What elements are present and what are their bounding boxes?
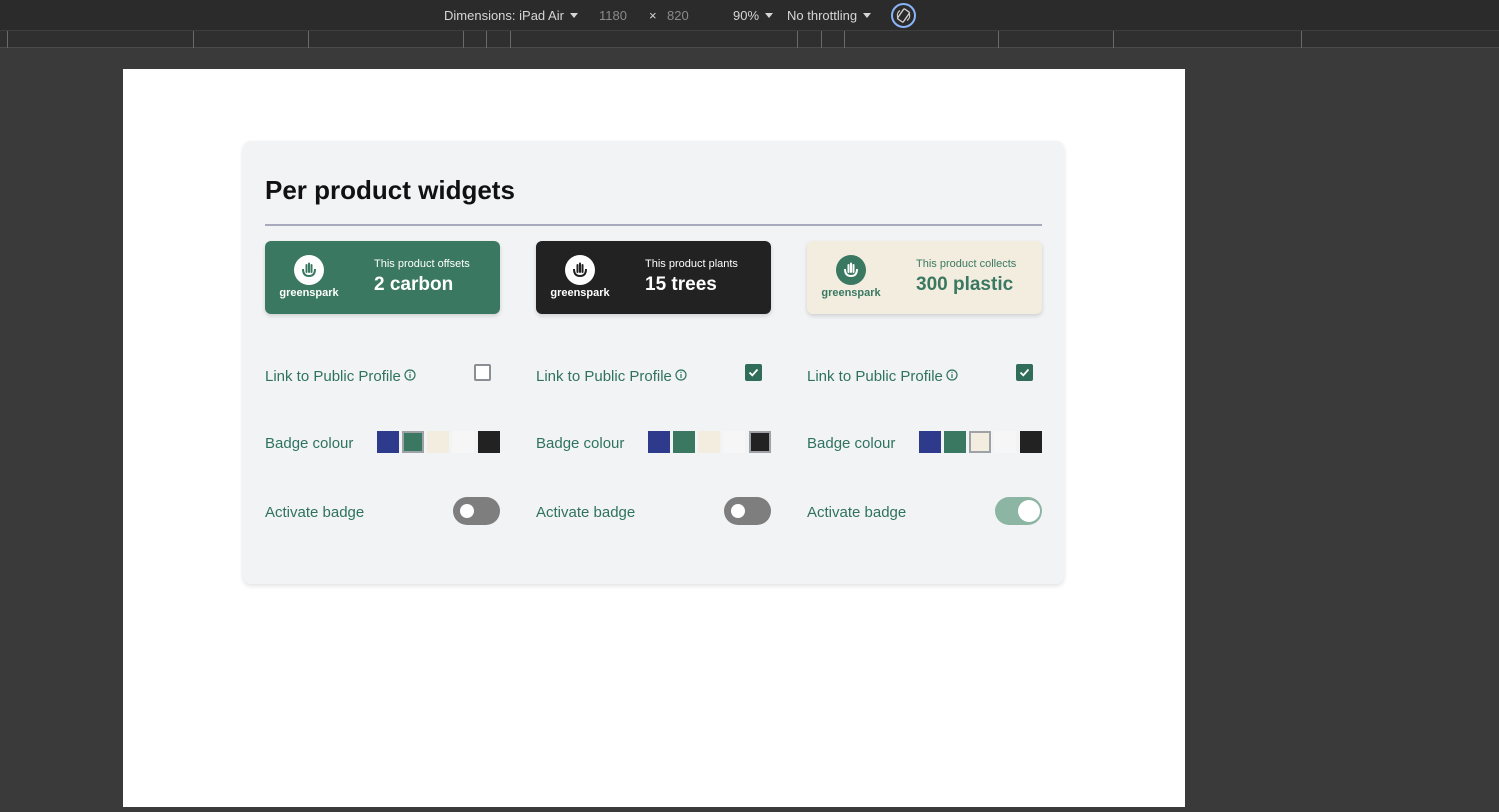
- badge-pretext: This product offsets: [374, 258, 470, 270]
- activate-badge-label: Activate badge: [265, 504, 365, 521]
- device-height-input[interactable]: 820: [667, 8, 689, 23]
- ruler-tick: [193, 31, 194, 48]
- colour-swatch-5[interactable]: [1020, 431, 1042, 453]
- colour-swatch-4[interactable]: [452, 431, 474, 453]
- colour-swatch-4[interactable]: [723, 431, 745, 453]
- colour-swatch-4[interactable]: [994, 431, 1016, 453]
- ruler-tick: [1301, 31, 1302, 48]
- logo-wordmark: greenspark: [279, 287, 339, 299]
- rotate-icon: [896, 8, 911, 23]
- colour-swatch-2[interactable]: [673, 431, 695, 453]
- badge-colour-label: Badge colour: [807, 435, 896, 452]
- info-icon[interactable]: [675, 369, 687, 381]
- badge-colour-picker: [919, 431, 1042, 453]
- activate-badge-toggle[interactable]: [453, 497, 500, 525]
- ruler-tick: [308, 31, 309, 48]
- dimension-times-sign: ×: [649, 8, 657, 23]
- ruler-tick: [463, 31, 464, 48]
- zoom-label: 90%: [733, 8, 760, 23]
- link-profile-checkbox[interactable]: [1016, 364, 1033, 381]
- device-viewport: Per product widgets greenspark This prod…: [123, 69, 1185, 807]
- product-badge: greenspark This product plants 15 trees: [536, 241, 771, 314]
- device-dimensions-dropdown[interactable]: Dimensions: iPad Air: [444, 8, 578, 23]
- product-badge: greenspark This product offsets 2 carbon: [265, 241, 500, 314]
- link-profile-checkbox[interactable]: [474, 364, 491, 381]
- ruler-tick: [486, 31, 487, 48]
- badge-impact-value: 300 plastic: [916, 274, 1014, 295]
- widget-column-1: greenspark This product offsets 2 carbon…: [265, 241, 500, 541]
- toggle-knob: [460, 504, 474, 518]
- badge-impact-value: 15 trees: [645, 274, 717, 295]
- checkmark-icon: [1019, 368, 1030, 377]
- logo-wordmark: greenspark: [821, 287, 881, 299]
- link-to-public-profile-label: Link to Public Profile: [265, 368, 401, 385]
- activate-badge-toggle[interactable]: [995, 497, 1042, 525]
- throttling-dropdown[interactable]: No throttling: [787, 8, 872, 23]
- badge-colour-picker: [377, 431, 500, 453]
- colour-swatch-3[interactable]: [969, 431, 991, 453]
- media-query-ruler: [0, 30, 1499, 48]
- per-product-widgets-panel: Per product widgets greenspark This prod…: [243, 141, 1064, 584]
- colour-swatch-3[interactable]: [698, 431, 720, 453]
- link-to-public-profile-label: Link to Public Profile: [536, 368, 672, 385]
- title-divider: [265, 224, 1042, 226]
- chevron-down-icon: [863, 13, 872, 19]
- link-to-public-profile-label: Link to Public Profile: [807, 368, 943, 385]
- badge-colour-label: Badge colour: [265, 435, 354, 452]
- ruler-tick: [510, 31, 511, 48]
- leaf-hand-icon: [573, 262, 587, 278]
- devtools-device-toolbar: Dimensions: iPad Air 1180 × 820 90% No t…: [0, 0, 1499, 30]
- leaf-hand-icon: [302, 262, 316, 278]
- leaf-hand-icon: [844, 262, 858, 278]
- chevron-down-icon: [765, 13, 774, 19]
- toggle-knob: [731, 504, 745, 518]
- link-profile-checkbox[interactable]: [745, 364, 762, 381]
- ruler-tick: [797, 31, 798, 48]
- badge-colour-picker: [648, 431, 771, 453]
- ruler-tick: [821, 31, 822, 48]
- activate-badge-label: Activate badge: [807, 504, 907, 521]
- colour-swatch-5[interactable]: [749, 431, 771, 453]
- ruler-tick: [998, 31, 999, 48]
- info-icon[interactable]: [946, 369, 958, 381]
- activate-badge-label: Activate badge: [536, 504, 636, 521]
- checkmark-icon: [748, 368, 759, 377]
- colour-swatch-2[interactable]: [944, 431, 966, 453]
- colour-swatch-3[interactable]: [427, 431, 449, 453]
- widget-column-2: greenspark This product plants 15 trees …: [536, 241, 771, 541]
- ruler-tick: [7, 31, 8, 48]
- logo-wordmark: greenspark: [550, 287, 610, 299]
- colour-swatch-5[interactable]: [478, 431, 500, 453]
- link-to-public-profile-row: Link to Public Profile: [807, 368, 958, 385]
- colour-swatch-1[interactable]: [919, 431, 941, 453]
- colour-swatch-2[interactable]: [402, 431, 424, 453]
- greenspark-logo-icon: [836, 255, 866, 285]
- page-title: Per product widgets: [265, 175, 515, 205]
- colour-swatch-1[interactable]: [648, 431, 670, 453]
- throttling-label: No throttling: [787, 8, 858, 23]
- device-dimensions-label: Dimensions: iPad Air: [444, 8, 564, 23]
- ruler-tick: [844, 31, 845, 48]
- toggle-knob: [1018, 500, 1040, 522]
- device-width-input[interactable]: 1180: [599, 8, 627, 23]
- colour-swatch-1[interactable]: [377, 431, 399, 453]
- rotate-device-button[interactable]: [891, 3, 916, 28]
- greenspark-logo-icon: [294, 255, 324, 285]
- badge-pretext: This product plants: [645, 258, 738, 270]
- activate-badge-toggle[interactable]: [724, 497, 771, 525]
- info-icon[interactable]: [404, 369, 416, 381]
- badge-colour-label: Badge colour: [536, 435, 625, 452]
- chevron-down-icon: [569, 13, 578, 19]
- widget-column-3: greenspark This product collects 300 pla…: [807, 241, 1042, 541]
- product-badge: greenspark This product collects 300 pla…: [807, 241, 1042, 314]
- link-to-public-profile-row: Link to Public Profile: [536, 368, 687, 385]
- link-to-public-profile-row: Link to Public Profile: [265, 368, 416, 385]
- greenspark-logo-icon: [565, 255, 595, 285]
- badge-pretext: This product collects: [916, 258, 1017, 270]
- badge-impact-value: 2 carbon: [374, 274, 454, 295]
- zoom-dropdown[interactable]: 90%: [733, 8, 774, 23]
- ruler-tick: [1113, 31, 1114, 48]
